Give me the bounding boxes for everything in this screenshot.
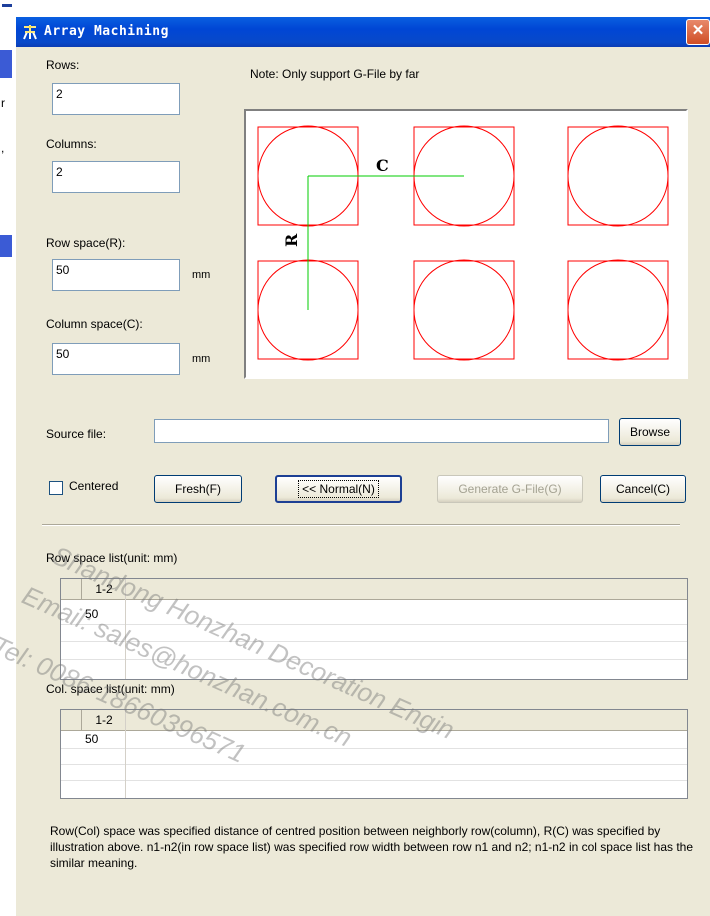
footer-note: Row(Col) space was specified distance of… <box>50 824 694 870</box>
col-space-unit: mm <box>192 353 211 365</box>
browse-button[interactable]: Browse <box>619 418 681 446</box>
section-divider <box>42 524 680 526</box>
rows-label: Rows: <box>46 58 80 72</box>
columns-label: Columns: <box>46 137 97 151</box>
cancel-button[interactable]: Cancel(C) <box>600 475 686 503</box>
gfile-note: Note: Only support G-File by far <box>250 67 420 81</box>
col-space-input[interactable]: 50 <box>52 343 180 375</box>
row-axis-label: R <box>282 233 301 247</box>
background-glyph: r <box>1 96 5 110</box>
normal-button-label: << Normal(N) <box>298 480 379 498</box>
grid-header-filler <box>125 579 687 600</box>
array-machining-dialog: Array Machining ✕ Rows: 2 Columns: 2 Row… <box>16 17 710 916</box>
background-glyph: , <box>1 141 5 155</box>
checkbox-unchecked-icon[interactable] <box>49 481 63 495</box>
grid-row-line <box>61 780 687 781</box>
columns-input[interactable]: 2 <box>52 161 180 193</box>
background-mark <box>2 4 12 7</box>
grid-row-line <box>61 748 687 749</box>
row-space-label: Row space(R): <box>46 236 126 250</box>
source-file-input[interactable] <box>154 419 609 443</box>
grid-row-line <box>61 764 687 765</box>
centered-label[interactable]: Centered <box>69 479 118 493</box>
title-bar[interactable]: Array Machining ✕ <box>16 17 710 47</box>
array-diagram: C R <box>257 125 669 361</box>
col-space-label: Column space(C): <box>46 317 143 331</box>
background-blue-band <box>0 50 12 78</box>
row-space-unit: mm <box>192 269 211 281</box>
grid-row-line <box>61 624 687 625</box>
row-space-input[interactable]: 50 <box>52 259 180 291</box>
dialog-title: Array Machining <box>44 24 169 39</box>
fresh-button[interactable]: Fresh(F) <box>154 475 242 503</box>
machining-app-icon <box>23 25 37 40</box>
background-blue-band <box>0 235 12 257</box>
close-icon[interactable]: ✕ <box>686 19 710 45</box>
grid-corner <box>61 710 81 731</box>
normal-button[interactable]: << Normal(N) <box>275 475 402 503</box>
col-axis-label: C <box>376 156 389 175</box>
generate-gfile-button: Generate G-File(G) <box>437 475 583 503</box>
array-illustration: C R <box>244 109 688 379</box>
source-file-label: Source file: <box>46 427 107 441</box>
grid-col-line <box>125 710 126 798</box>
col-list-cell[interactable]: 50 <box>85 732 98 746</box>
rows-input[interactable]: 2 <box>52 83 180 115</box>
